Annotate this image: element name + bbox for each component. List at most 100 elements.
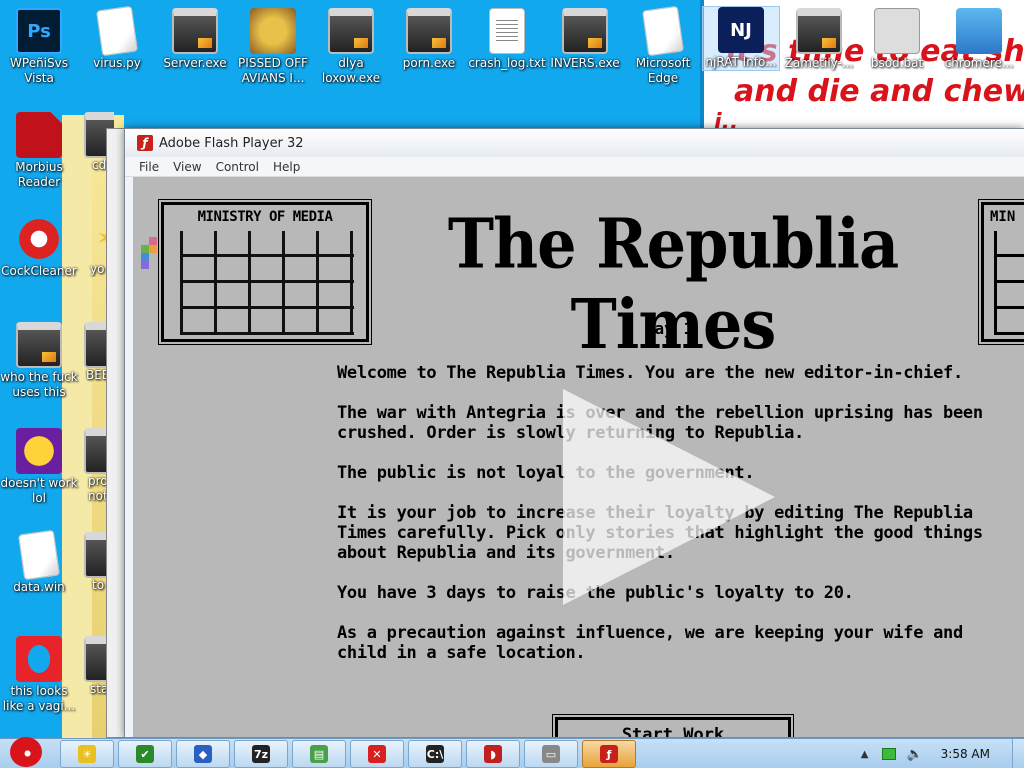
network-taskbar-button[interactable]: ◆ <box>176 740 230 768</box>
pdf-reader-icon <box>16 112 62 158</box>
desktop-icon-chromere[interactable]: chromere... <box>940 8 1018 71</box>
flash-logo-icon: ƒ <box>137 135 153 151</box>
desktop-icon-morbius-reader[interactable]: Morbius Reader <box>0 112 78 190</box>
building-icon <box>994 231 1024 335</box>
icon-label: data.win <box>13 580 65 594</box>
icon-label: CockCleaner <box>1 264 77 278</box>
exe-icon <box>16 322 62 368</box>
yahoo-messenger-icon <box>16 428 62 474</box>
icon-label: INVERS.exe <box>550 56 620 70</box>
desktop-icon-crash-log[interactable]: crash_log.txt <box>468 8 546 71</box>
installer-icon <box>956 8 1002 54</box>
icon-label: chromere... <box>944 56 1014 70</box>
icon-label: crash_log.txt <box>468 56 546 70</box>
cmd-taskbar-button[interactable]: C:\ <box>408 740 462 768</box>
start-button[interactable] <box>2 735 52 768</box>
desktop-icon-porn-exe[interactable]: porn.exe <box>390 8 468 71</box>
icon-label: Server.exe <box>163 56 227 70</box>
7zip-taskbar-button[interactable]: 7z <box>234 740 288 768</box>
day-label: Day 1 <box>644 319 694 338</box>
icon-label: porn.exe <box>402 56 456 70</box>
exe-icon <box>796 8 842 54</box>
icon-label: doesn't work lol <box>0 476 78 505</box>
icon-label: Zametily-... <box>784 56 854 70</box>
notepad-taskbar-button[interactable]: ▤ <box>292 740 346 768</box>
notepad-icon: ▤ <box>310 745 328 763</box>
batch-file-icon <box>874 8 920 54</box>
exe-icon <box>406 8 452 54</box>
desktop-icon-invers-exe[interactable]: INVERS.exe <box>546 8 624 71</box>
icon-label: WPeñiSvs Vista <box>10 56 68 85</box>
desktop-icon-zametily[interactable]: Zametily-... <box>780 8 858 71</box>
paint-icon: ◗ <box>484 745 502 763</box>
newspaper-masthead: The Republia Times <box>447 203 899 365</box>
meme-line-3: i.. <box>714 110 739 130</box>
play-icon[interactable] <box>563 389 775 605</box>
error-icon: ✕ <box>368 745 386 763</box>
icon-label: Microsoft Edge <box>635 56 691 85</box>
window-titlebar[interactable]: ƒ Adobe Flash Player 32 <box>125 129 1024 157</box>
desktop-icon-njrat[interactable]: NJ njRAT Info... <box>702 6 780 71</box>
desktop-icon-yahoo[interactable]: doesn't work lol <box>0 428 78 506</box>
icon-label: dlya loxow.exe <box>321 56 381 85</box>
photoshop-icon: Ps <box>16 8 62 54</box>
media-icon: ✔ <box>136 745 154 763</box>
icon-label: Morbius Reader <box>15 160 63 189</box>
desktop-icon-data-win[interactable]: data.win <box>0 529 78 595</box>
volume-icon[interactable]: 🔈 <box>906 747 922 762</box>
icon-label: njRAT Info... <box>705 55 777 69</box>
clock[interactable]: 3:58 AM <box>941 747 990 761</box>
desktop-icon-opera[interactable]: this looks like a vagi... <box>0 636 78 714</box>
system-tray: ▲ 🔈 3:58 AM <box>861 739 1024 768</box>
drive-taskbar-button[interactable]: ▭ <box>524 740 578 768</box>
cleaner-icon <box>16 216 62 262</box>
desktop-icon-who-uses-this[interactable]: who the fuck uses this <box>0 322 78 400</box>
flash-player-window[interactable]: ƒ Adobe Flash Player 32 File View Contro… <box>124 128 1024 738</box>
angry-bird-start-icon <box>10 737 42 767</box>
desktop-icon-server-exe[interactable]: Server.exe <box>156 8 234 71</box>
taskbar: ☀ ✔ ◆ 7z ▤ ✕ C:\ ◗ ▭ ƒ ▲ 🔈 3:58 AM <box>0 735 1024 768</box>
cmd-icon: C:\ <box>426 745 444 763</box>
menu-view[interactable]: View <box>173 160 201 174</box>
document-icon <box>95 5 139 57</box>
meme-line-2: and die and chew <box>734 74 1024 109</box>
menu-control[interactable]: Control <box>216 160 259 174</box>
intro-paragraph: As a precaution against influence, we ar… <box>337 623 963 663</box>
flash-taskbar-button[interactable]: ƒ <box>582 740 636 768</box>
desktop-icon-virus-py[interactable]: virus.py <box>78 5 156 71</box>
exe-icon <box>172 8 218 54</box>
desktop-icon-microsoft-edge[interactable]: Microsoft Edge <box>624 5 702 86</box>
desktop-icon-pissed-off-avians[interactable]: PISSED OFF AVIANS I... <box>234 8 312 86</box>
start-work-button[interactable]: Start Work <box>552 714 794 737</box>
explorer-taskbar-button[interactable]: ☀ <box>60 740 114 768</box>
show-hidden-icons-icon[interactable]: ▲ <box>861 749 869 760</box>
game-stage[interactable]: MINISTRY OF MEDIA The Republia Times Day… <box>133 177 1024 737</box>
icon-label: virus.py <box>93 56 141 70</box>
ministry-logo-right: MIN <box>978 199 1024 345</box>
icon-label: who the fuck uses this <box>0 370 78 399</box>
7zip-icon: 7z <box>252 745 270 763</box>
njrat-icon: NJ <box>718 7 764 53</box>
network-icon: ◆ <box>194 745 212 763</box>
menu-help[interactable]: Help <box>273 160 300 174</box>
icon-label: bsod.bat <box>870 56 924 70</box>
flash-icon: ƒ <box>600 745 618 763</box>
text-file-icon <box>489 8 525 54</box>
show-desktop-button[interactable] <box>1012 739 1024 768</box>
intro-paragraph: Welcome to The Republia Times. You are t… <box>337 363 963 383</box>
exe-icon <box>328 8 374 54</box>
exe-icon <box>562 8 608 54</box>
network-icon[interactable] <box>882 748 897 760</box>
desktop-icon-wpenisvs[interactable]: Ps WPeñiSvs Vista <box>0 8 78 86</box>
error-taskbar-button[interactable]: ✕ <box>350 740 404 768</box>
opera-icon <box>16 636 62 682</box>
desktop-icon-dlya-loxow[interactable]: dlya loxow.exe <box>312 8 390 86</box>
menu-file[interactable]: File <box>139 160 159 174</box>
ministry-label: MINISTRY OF MEDIA <box>197 209 333 225</box>
desktop-icon-bsod-bat[interactable]: bsod.bat <box>858 8 936 71</box>
desktop-icon-cockcleaner[interactable]: CockCleaner <box>0 216 78 279</box>
paint-taskbar-button[interactable]: ◗ <box>466 740 520 768</box>
document-icon <box>641 5 685 57</box>
window-title: Adobe Flash Player 32 <box>159 135 304 151</box>
media-taskbar-button[interactable]: ✔ <box>118 740 172 768</box>
